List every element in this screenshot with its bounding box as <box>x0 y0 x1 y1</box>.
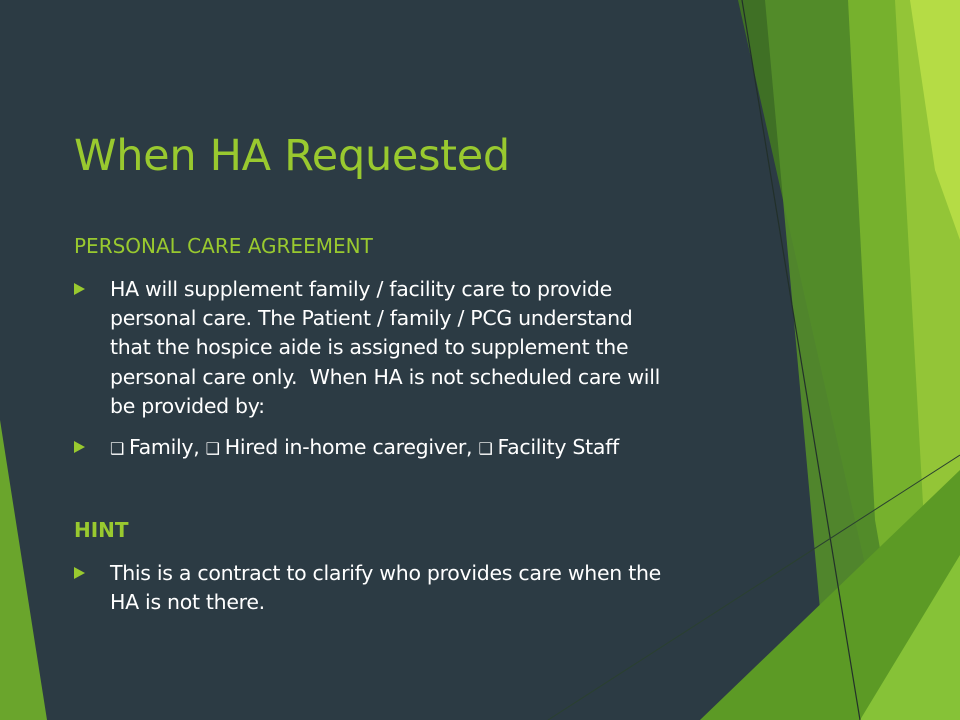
checkbox-icon[interactable]: ❑ <box>206 434 220 463</box>
checkbox-icon[interactable]: ❑ <box>110 434 124 463</box>
bullet-line: HA will supplement family / facility car… <box>110 277 612 301</box>
bullet-arrow-icon <box>74 283 85 295</box>
bullet-text: This is a contract to clarify who provid… <box>110 559 661 617</box>
bullet-item-caregiver-options: ❑ Family, ❑ Hired in-home caregiver, ❑ Faci… <box>74 433 724 463</box>
bullet-line: This is a contract to clarify who provid… <box>110 561 661 585</box>
bullet-item-supplement-care: HA will supplement family / facility car… <box>74 275 724 421</box>
bullet-line: that the hospice aide is assigned to sup… <box>110 335 629 360</box>
bullet-line: be provided by: <box>110 393 265 418</box>
bullet-line: personal care. The Patient / family / PC… <box>110 306 633 331</box>
section-heading-personal-care-agreement: PERSONAL CARE AGREEMENT <box>74 234 373 258</box>
slide: When HA Requested PERSONAL CARE AGREEMEN… <box>0 0 960 720</box>
bullet-item-hint: This is a contract to clarify who provid… <box>74 559 724 617</box>
section-heading-hint: HINT <box>74 518 129 542</box>
slide-title: When HA Requested <box>74 131 510 181</box>
checkbox-icon[interactable]: ❑ <box>479 434 493 463</box>
bullet-text: HA will supplement family / facility car… <box>110 275 660 421</box>
option-facility-staff: Facility Staff <box>497 435 620 459</box>
bullet-arrow-icon <box>74 441 85 453</box>
option-family: Family, <box>129 435 200 459</box>
option-hired-caregiver: Hired in-home caregiver, <box>224 435 473 459</box>
bullet-line: HA is not there. <box>110 590 265 615</box>
bullet-line: personal care only. When HA is not sched… <box>110 364 660 389</box>
deco-left-green-wedge <box>0 420 47 720</box>
caregiver-options: ❑ Family, ❑ Hired in-home caregiver, ❑ Faci… <box>110 433 619 463</box>
bullet-arrow-icon <box>74 567 85 579</box>
